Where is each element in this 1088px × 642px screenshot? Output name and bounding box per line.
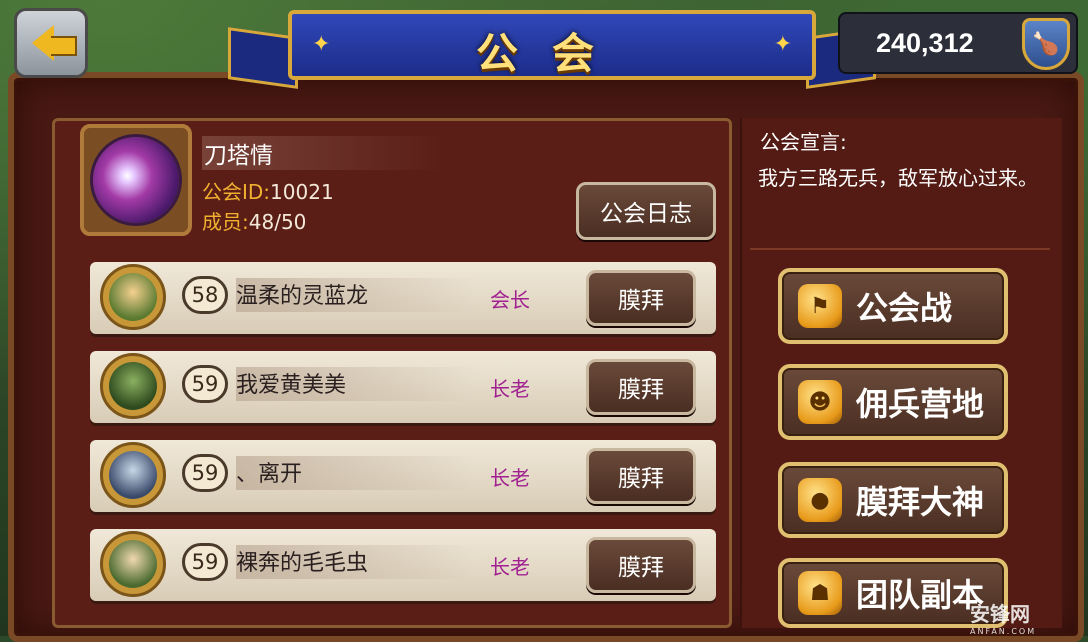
member-role: 长老 <box>490 377 530 401</box>
member-name: 温柔的灵蓝龙 <box>236 278 476 312</box>
member-avatar[interactable] <box>100 353 166 419</box>
member-role: 长老 <box>490 466 530 490</box>
declaration-label: 公会宣言: <box>760 130 847 154</box>
member-row: 58 温柔的灵蓝龙 会长 膜拜 <box>90 262 716 334</box>
member-row: 59 我爱黄美美 长老 膜拜 <box>90 351 716 423</box>
guild-id: 公会ID:10021 <box>202 180 334 204</box>
drumstick-shield-icon[interactable]: 🍗 <box>1022 18 1070 70</box>
worship-master-button[interactable]: ● 膜拜大神 <box>778 462 1008 538</box>
guild-log-button[interactable]: 公会日志 <box>576 182 716 240</box>
worship-button[interactable]: 膜拜 <box>586 270 696 326</box>
member-name: 裸奔的毛毛虫 <box>236 545 476 579</box>
member-level: 59 <box>182 454 228 492</box>
guild-member-count: 成员:48/50 <box>202 210 307 234</box>
worship-button[interactable]: 膜拜 <box>586 448 696 504</box>
title-banner: ✦ ✦ 公会 <box>228 6 876 94</box>
currency-value: 240,312 <box>876 28 974 58</box>
member-avatar[interactable] <box>100 531 166 597</box>
guild-emblem-orb-icon <box>93 137 179 223</box>
guild-emblem <box>80 124 192 236</box>
watermark-logo: 安锋网 ANFAN.COM <box>970 602 1037 636</box>
page-title: 公会 <box>475 29 628 78</box>
worship-button[interactable]: 膜拜 <box>586 359 696 415</box>
team-dungeon-icon: ☗ <box>798 571 842 615</box>
member-level: 59 <box>182 543 228 581</box>
currency-display: 240,312 🍗 <box>838 12 1078 74</box>
mercenary-icon: ☻ <box>798 380 842 424</box>
member-level: 58 <box>182 276 228 314</box>
member-role: 会长 <box>490 288 530 312</box>
mercenary-camp-button[interactable]: ☻ 佣兵营地 <box>778 364 1008 440</box>
member-name: 我爱黄美美 <box>236 367 476 401</box>
member-avatar[interactable] <box>100 264 166 330</box>
worship-coin-icon: ● <box>798 478 842 522</box>
member-role: 长老 <box>490 555 530 579</box>
flag-drum-icon: ⚑ <box>798 284 842 328</box>
worship-button[interactable]: 膜拜 <box>586 537 696 593</box>
guild-war-button[interactable]: ⚑ 公会战 <box>778 268 1008 344</box>
member-avatar[interactable] <box>100 442 166 508</box>
member-level: 59 <box>182 365 228 403</box>
back-button[interactable] <box>14 8 88 78</box>
member-row: 59 、离开 长老 膜拜 <box>90 440 716 512</box>
member-name: 、离开 <box>236 456 476 490</box>
declaration-divider <box>750 248 1050 250</box>
declaration-text: 我方三路无兵，敌军放心过来。 <box>758 166 1038 190</box>
member-row: 59 裸奔的毛毛虫 长老 膜拜 <box>90 529 716 601</box>
guild-name: 刀塔情 <box>202 136 444 170</box>
